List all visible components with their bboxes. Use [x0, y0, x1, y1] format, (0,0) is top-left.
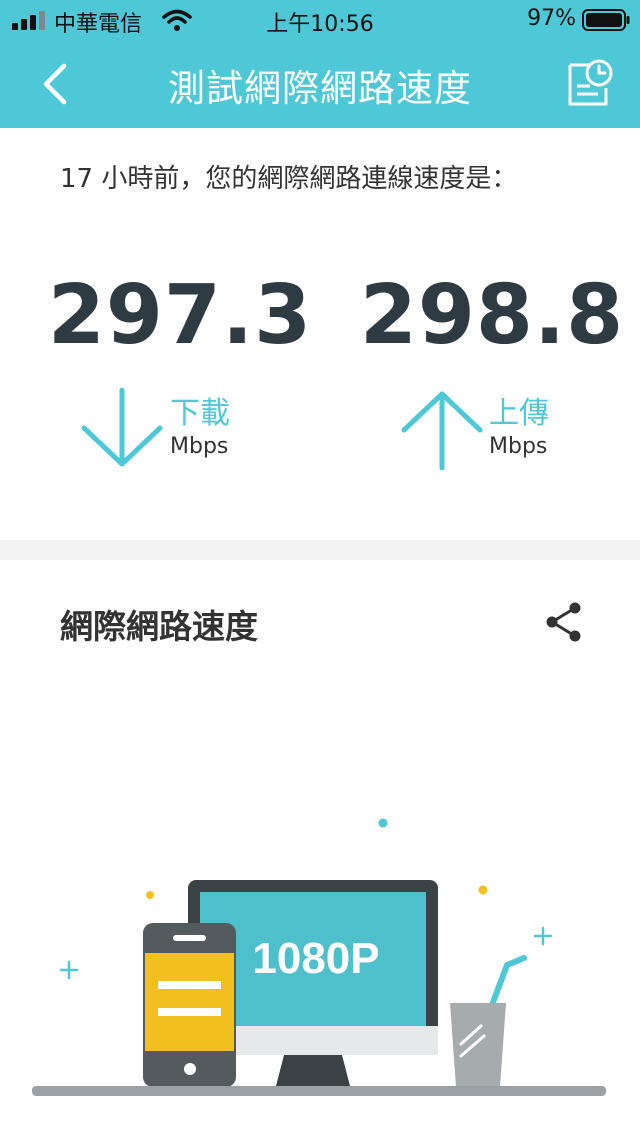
download-speed-value: 297.3	[47, 268, 313, 363]
section-divider	[0, 540, 640, 560]
streaming-illustration: 1080P	[32, 818, 606, 1096]
upload-label: 上傳	[489, 396, 549, 431]
section-title: 網際網路速度	[60, 607, 258, 646]
result-subtitle: 17 小時前，您的網際網路連線速度是：	[60, 164, 518, 194]
page-title: 測試網際網路速度	[168, 67, 472, 110]
battery-percent: 97%	[527, 6, 576, 31]
download-label: 下載	[170, 396, 230, 431]
upload-speed-value: 298.8	[359, 268, 625, 363]
history-report-icon[interactable]	[560, 56, 616, 112]
plus-icon	[59, 960, 79, 980]
upload-speed-block: 298.8 上傳 Mbps	[352, 268, 632, 470]
app-header: 中華電信 上午10:56 97% 測試網際網路速度	[0, 0, 640, 128]
download-unit: Mbps	[170, 434, 229, 459]
decor-dot	[378, 818, 388, 828]
smartphone-icon	[143, 923, 236, 1087]
drink-cup-icon	[450, 955, 527, 1087]
download-speed-block: 297.3 下載 Mbps	[40, 268, 320, 467]
monitor-text: 1080P	[252, 934, 379, 983]
status-bar: 中華電信 上午10:56 97%	[0, 0, 640, 40]
decor-dot	[146, 891, 154, 899]
arrow-down-icon	[81, 388, 163, 467]
share-icon[interactable]	[542, 600, 586, 644]
upload-unit: Mbps	[489, 434, 548, 459]
table-surface	[32, 1086, 606, 1096]
battery-icon	[582, 9, 630, 31]
arrow-up-icon	[401, 391, 483, 470]
decor-dot	[478, 885, 488, 895]
plus-icon	[533, 926, 553, 946]
